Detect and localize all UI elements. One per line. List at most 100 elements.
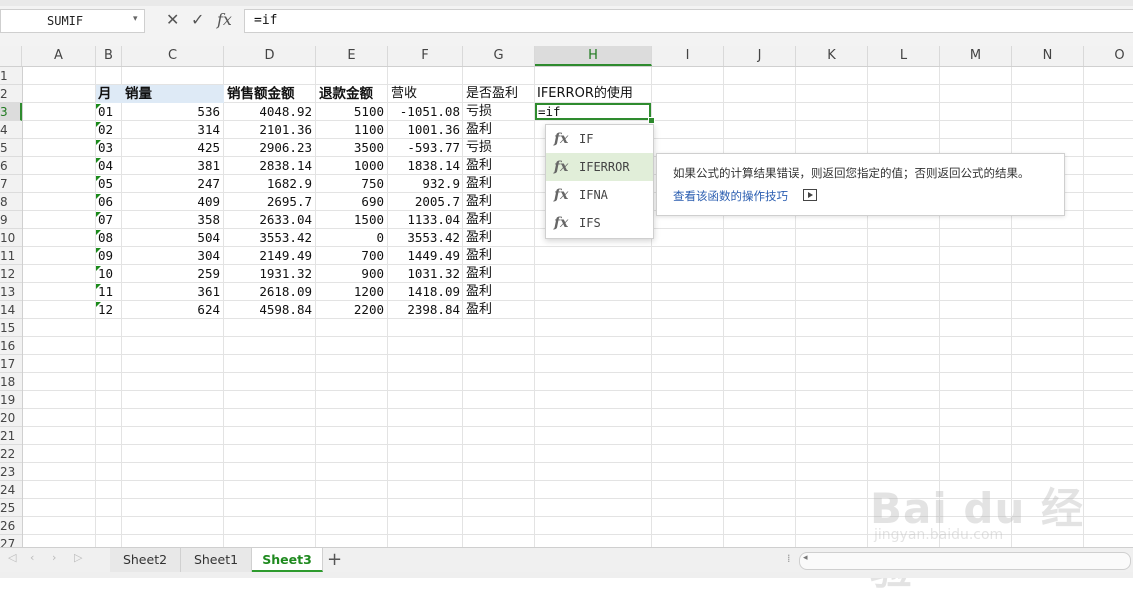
row-header[interactable]: 18 [0,373,22,391]
cell-profit[interactable]: 盈利 [466,283,492,301]
column-header-n[interactable]: N [1012,46,1084,66]
column-header-m[interactable]: M [940,46,1012,66]
row-header[interactable]: 11 [0,247,22,265]
cell-profit[interactable]: 亏损 [466,139,492,157]
header-revenue[interactable]: 营收 [391,85,417,103]
cell-amount[interactable]: 4048.92 [224,103,312,121]
cell-refund[interactable]: 700 [316,247,384,265]
cell-refund[interactable]: 5100 [316,103,384,121]
next-sheet-icon[interactable]: › [52,551,56,564]
cell-refund[interactable]: 750 [316,175,384,193]
insert-function-icon[interactable]: fx [217,10,232,30]
row-header[interactable]: 7 [0,175,22,193]
row-header[interactable]: 5 [0,139,22,157]
sheet-tab-sheet2[interactable]: Sheet2 [110,548,181,572]
autocomplete-item-ifs[interactable]: fx IFS [546,209,653,237]
horizontal-scrollbar[interactable]: ◂ [799,552,1131,570]
cell-amount[interactable]: 3553.42 [224,229,312,247]
cell-revenue[interactable]: 1031.32 [388,265,460,283]
cell-sales[interactable]: 314 [122,121,220,139]
cell-month[interactable]: 07 [98,211,113,229]
cell-amount[interactable]: 2695.7 [224,193,312,211]
header-profit[interactable]: 是否盈利 [466,85,518,103]
sheet-tab-sheet3[interactable]: Sheet3 [252,548,323,572]
cell-profit[interactable]: 亏损 [466,103,492,121]
column-header-b[interactable]: B [96,46,122,66]
cell-profit[interactable]: 盈利 [466,121,492,139]
cell-revenue[interactable]: 1001.36 [388,121,460,139]
row-header[interactable]: 1 [0,67,22,85]
cell-amount[interactable]: 2101.36 [224,121,312,139]
cell-revenue[interactable]: 932.9 [388,175,460,193]
cell-profit[interactable]: 盈利 [466,229,492,247]
chevron-down-icon[interactable]: ▾ [133,14,138,24]
cell-sales[interactable]: 425 [122,139,220,157]
cell-sales[interactable]: 304 [122,247,220,265]
cell-profit[interactable]: 盈利 [466,211,492,229]
cell-amount[interactable]: 4598.84 [224,301,312,319]
header-refund[interactable]: 退款金额 [319,85,373,103]
row-header[interactable]: 12 [0,265,22,283]
cell-amount[interactable]: 2149.49 [224,247,312,265]
header-amount[interactable]: 销售额金额 [227,85,295,103]
cell-profit[interactable]: 盈利 [466,157,492,175]
tooltip-tips-link[interactable]: 查看该函数的操作技巧 [673,188,788,204]
column-header-d[interactable]: D [224,46,316,66]
cell-sales[interactable]: 504 [122,229,220,247]
cell-month[interactable]: 12 [98,301,113,319]
cell-revenue[interactable]: -593.77 [388,139,460,157]
row-header[interactable]: 4 [0,121,22,139]
cell-refund[interactable]: 900 [316,265,384,283]
cell-refund[interactable]: 1500 [316,211,384,229]
row-header[interactable]: 20 [0,409,22,427]
cell-profit[interactable]: 盈利 [466,247,492,265]
row-header[interactable]: 24 [0,481,22,499]
cell-refund[interactable]: 1000 [316,157,384,175]
add-sheet-button[interactable]: + [327,549,342,570]
prev-sheet-icon[interactable]: ‹ [30,551,34,564]
cell-month[interactable]: 11 [98,283,113,301]
cell-revenue[interactable]: 1133.04 [388,211,460,229]
column-header-i[interactable]: I [652,46,724,66]
cell-month[interactable]: 08 [98,229,113,247]
column-header-o[interactable]: O [1084,46,1133,66]
cell-amount[interactable]: 1682.9 [224,175,312,193]
cell-profit[interactable]: 盈利 [466,265,492,283]
cell-sales[interactable]: 624 [122,301,220,319]
column-header-l[interactable]: L [868,46,940,66]
cell-month[interactable]: 01 [98,103,113,121]
active-cell-h3[interactable]: =if [535,103,651,120]
autocomplete-item-ifna[interactable]: fx IFNA [546,181,653,209]
cell-amount[interactable]: 2906.23 [224,139,312,157]
cell-refund[interactable]: 2200 [316,301,384,319]
cell-month[interactable]: 02 [98,121,113,139]
row-header[interactable]: 2 [0,85,22,103]
cell-sales[interactable]: 536 [122,103,220,121]
cell-profit[interactable]: 盈利 [466,301,492,319]
cell-amount[interactable]: 1931.32 [224,265,312,283]
column-header-e[interactable]: E [316,46,388,66]
column-header-f[interactable]: F [388,46,463,66]
video-play-icon[interactable] [803,189,817,201]
column-header-c[interactable]: C [122,46,224,66]
cell-revenue[interactable]: 1418.09 [388,283,460,301]
row-header[interactable]: 16 [0,337,22,355]
cell-revenue[interactable]: 1838.14 [388,157,460,175]
cell-refund[interactable]: 690 [316,193,384,211]
cell-refund[interactable]: 0 [316,229,384,247]
cell-sales[interactable]: 259 [122,265,220,283]
row-header[interactable]: 25 [0,499,22,517]
row-header[interactable]: 22 [0,445,22,463]
cell-sales[interactable]: 381 [122,157,220,175]
row-header[interactable]: 15 [0,319,22,337]
row-header[interactable]: 8 [0,193,22,211]
row-header[interactable]: 14 [0,301,22,319]
splitter-handle-icon[interactable]: ⁞ [787,552,791,565]
first-sheet-icon[interactable]: ◁ [8,551,16,564]
cell-revenue[interactable]: 2005.7 [388,193,460,211]
formula-input[interactable]: =if [244,9,1133,33]
autocomplete-item-if[interactable]: fx IF [546,125,653,153]
cell-revenue[interactable]: -1051.08 [388,103,460,121]
cell-refund[interactable]: 1200 [316,283,384,301]
cell-sales[interactable]: 358 [122,211,220,229]
